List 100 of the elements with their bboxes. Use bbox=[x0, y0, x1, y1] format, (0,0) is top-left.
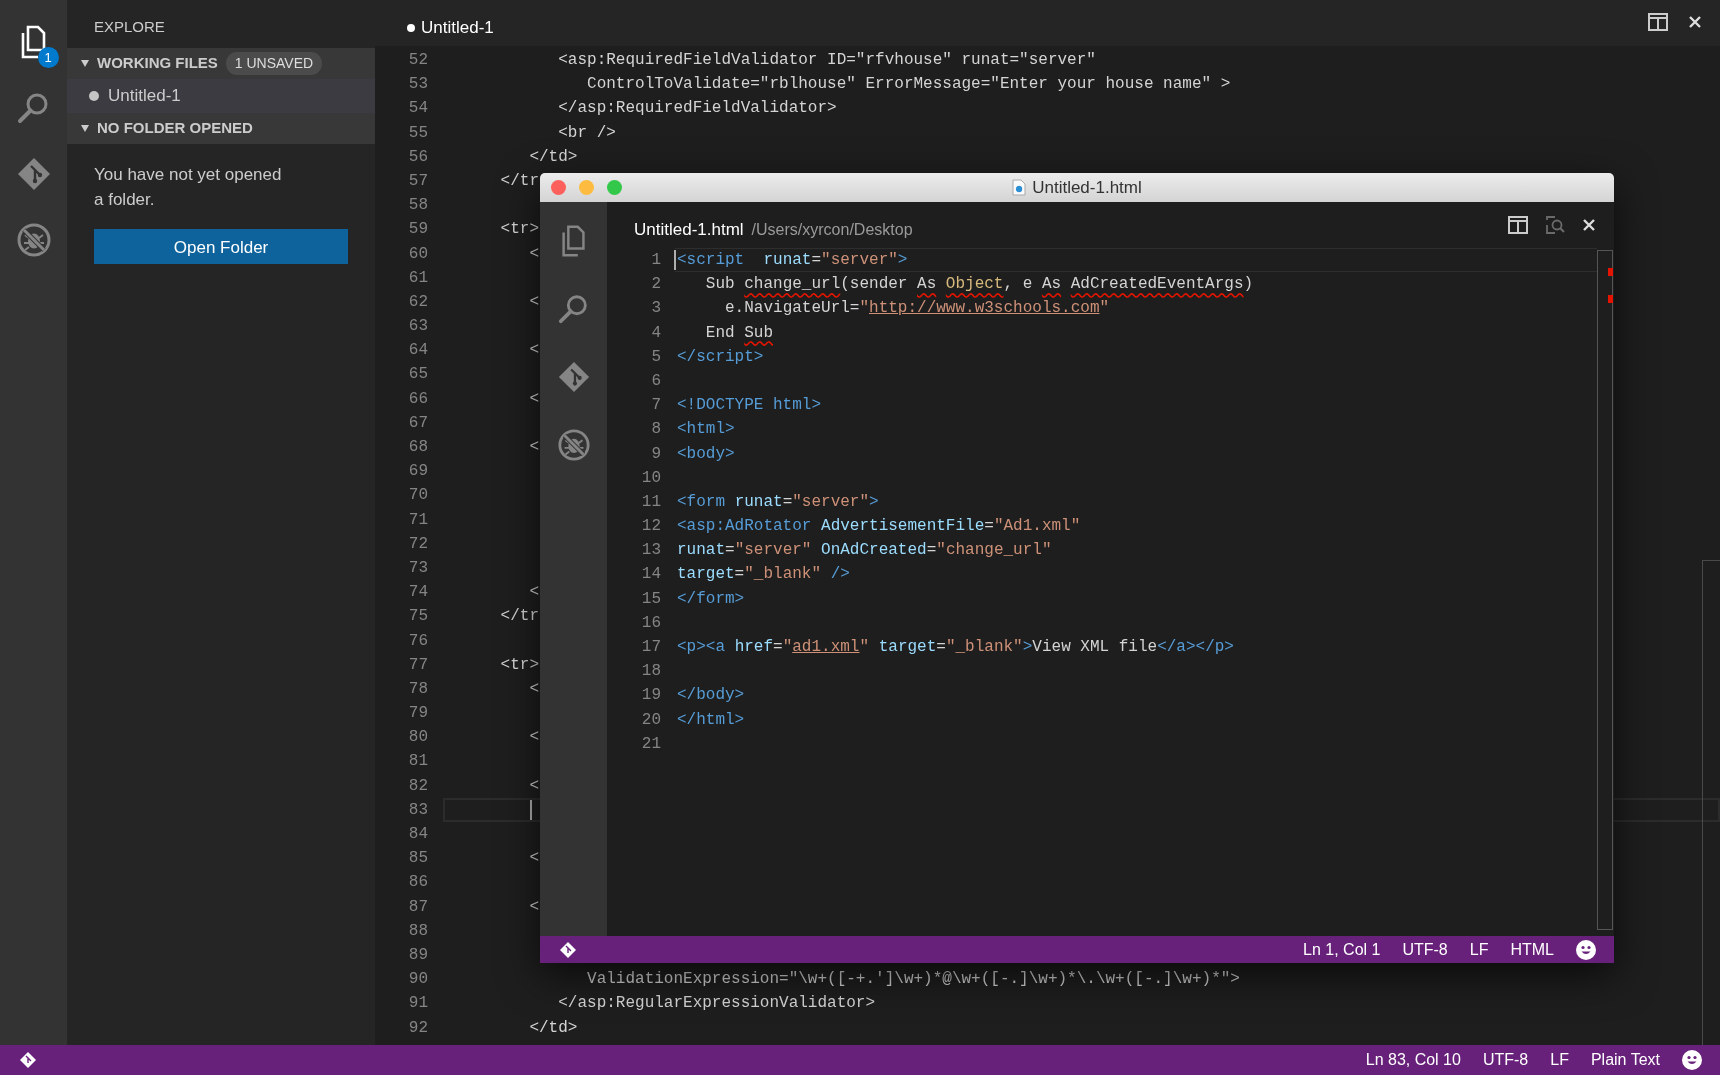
line-number: 74 bbox=[407, 582, 428, 604]
line-number: 59 bbox=[407, 219, 428, 241]
status-item[interactable]: LF bbox=[1469, 937, 1489, 962]
working-file-item[interactable]: Untitled-1 bbox=[67, 79, 375, 113]
code-line: < bbox=[528, 437, 539, 458]
line-number: 68 bbox=[407, 437, 428, 458]
split-editor-icon[interactable] bbox=[1508, 216, 1528, 234]
line-number: 18 bbox=[640, 661, 661, 683]
line-number: 21 bbox=[640, 733, 661, 755]
smiley-icon[interactable] bbox=[1576, 939, 1596, 960]
close-window-button[interactable] bbox=[551, 180, 566, 195]
line-number: 89 bbox=[407, 944, 428, 966]
smiley-icon[interactable] bbox=[1682, 1050, 1702, 1070]
line-number: 87 bbox=[407, 896, 428, 918]
line-number: 75 bbox=[407, 606, 428, 628]
line-number: 73 bbox=[407, 557, 428, 579]
line-number: 55 bbox=[407, 122, 428, 144]
line-number: 15 bbox=[640, 588, 661, 610]
code-line: e.NavigateUrl="http://www.w3schools.com" bbox=[724, 298, 1110, 320]
line-number: 10 bbox=[640, 467, 661, 489]
line-number: 71 bbox=[407, 509, 428, 531]
split-editor-icon[interactable] bbox=[1648, 13, 1668, 31]
no-bug-icon[interactable] bbox=[556, 428, 591, 462]
line-number: 53 bbox=[407, 74, 428, 96]
file-icon bbox=[1012, 179, 1027, 196]
line-number: 69 bbox=[407, 461, 428, 483]
line-number: 72 bbox=[407, 533, 428, 555]
code-line: runat="server" OnAdCreated="change_url" bbox=[677, 540, 1052, 562]
status-item[interactable]: UTF-8 bbox=[1402, 937, 1448, 962]
close-icon[interactable] bbox=[1688, 15, 1702, 29]
line-number: 13 bbox=[640, 540, 661, 562]
code-line: < bbox=[528, 291, 539, 313]
line-number: 67 bbox=[407, 412, 428, 434]
code-line: </body> bbox=[677, 685, 745, 707]
scrollbar-thumb[interactable] bbox=[1702, 560, 1720, 1045]
status-item[interactable]: Ln 83, Col 10 bbox=[1365, 1048, 1461, 1072]
line-number: 70 bbox=[407, 485, 428, 507]
line-number: 17 bbox=[640, 637, 661, 658]
line-number: 58 bbox=[407, 195, 428, 217]
status-item[interactable]: Ln 1, Col 1 bbox=[1303, 937, 1381, 962]
code-line: <br /> bbox=[557, 122, 616, 144]
code-line: target="_blank" /> bbox=[677, 564, 850, 586]
code-line: < bbox=[528, 243, 539, 265]
code-line: < bbox=[528, 388, 539, 410]
line-number: 86 bbox=[407, 872, 428, 894]
code-line: <asp:RequiredFieldValidator ID="rfvhouse" runat="server" bbox=[557, 50, 1096, 71]
section-header[interactable]: WORKING FILES 1 UNSAVED bbox=[67, 48, 375, 79]
line-number: 79 bbox=[407, 703, 428, 725]
line-number: 9 bbox=[650, 443, 661, 465]
editor-tab[interactable]: Untitled-1 bbox=[407, 15, 494, 41]
line-number: 7 bbox=[650, 395, 661, 417]
line-number: 65 bbox=[407, 364, 428, 386]
code-line: <script runat="server"> bbox=[677, 250, 908, 271]
line-number: 92 bbox=[407, 1017, 428, 1039]
no-bug-icon[interactable] bbox=[15, 222, 52, 258]
line-number: 90 bbox=[407, 969, 428, 991]
code-line: < bbox=[528, 727, 539, 749]
code-line: <html> bbox=[677, 419, 735, 441]
code-line: <asp:AdRotator AdvertisementFile="Ad1.xml" bbox=[677, 516, 1081, 538]
line-number: 4 bbox=[650, 322, 661, 344]
line-number: 77 bbox=[407, 654, 428, 676]
line-number: 2 bbox=[650, 274, 661, 296]
status-item[interactable]: UTF-8 bbox=[1482, 1048, 1529, 1072]
line-number: 14 bbox=[640, 564, 661, 586]
line-number: 85 bbox=[407, 848, 428, 870]
code-line: <tr> bbox=[499, 654, 539, 676]
code-line: </td> bbox=[528, 1017, 578, 1039]
code-line: <tr> bbox=[499, 219, 539, 241]
line-number: 66 bbox=[407, 388, 428, 410]
code-line: <!DOCTYPE html> bbox=[677, 395, 822, 417]
code-line: Sub change_url(sender As Object, e As AdCreatedEventArgs) bbox=[704, 274, 1254, 296]
section-header[interactable]: NO FOLDER OPENED bbox=[67, 113, 375, 144]
status-item[interactable]: Plain Text bbox=[1590, 1048, 1660, 1072]
line-number: 1 bbox=[650, 250, 661, 271]
status-item[interactable]: HTML bbox=[1510, 937, 1554, 962]
line-number: 80 bbox=[407, 727, 428, 749]
code-line: </script> bbox=[677, 346, 764, 368]
line-number: 20 bbox=[640, 709, 661, 731]
line-number: 64 bbox=[407, 340, 428, 362]
line-number: 16 bbox=[640, 612, 661, 634]
close-icon[interactable] bbox=[1582, 218, 1596, 232]
code-line: </asp:RegularExpressionValidator> bbox=[557, 993, 876, 1015]
preview-icon[interactable] bbox=[1545, 215, 1565, 235]
code-line: ControlToValidate="rblhouse" ErrorMessage="Enter your house name" > bbox=[586, 74, 1231, 96]
code-line: End Sub bbox=[704, 322, 774, 344]
branch-icon[interactable] bbox=[20, 1052, 36, 1068]
text-cursor bbox=[674, 250, 676, 270]
code-line: < bbox=[528, 848, 539, 870]
line-number: 76 bbox=[407, 630, 428, 652]
status-item[interactable]: LF bbox=[1550, 1048, 1569, 1072]
code-line: </asp:RequiredFieldValidator> bbox=[557, 98, 837, 120]
open-folder-button[interactable]: Open Folder bbox=[94, 229, 348, 264]
line-number: 81 bbox=[407, 751, 428, 773]
line-number: 63 bbox=[407, 316, 428, 338]
code-line: </tr bbox=[499, 170, 539, 192]
sidebar-title: EXPLORE bbox=[93, 17, 166, 37]
line-number: 60 bbox=[407, 243, 428, 265]
code-line: <body> bbox=[677, 443, 735, 465]
branch-icon[interactable] bbox=[560, 941, 576, 958]
code-line: < bbox=[528, 775, 539, 797]
